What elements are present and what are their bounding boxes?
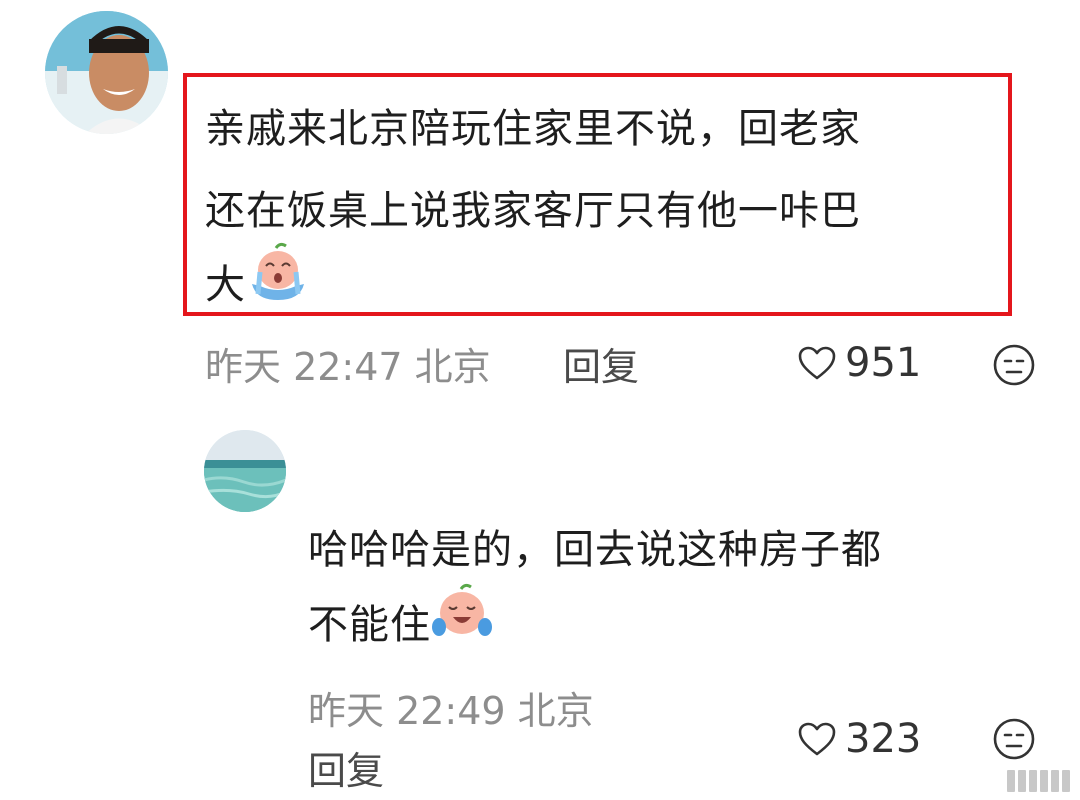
reply-button[interactable]: 回复 [563,336,639,391]
replier-avatar[interactable] [204,430,286,512]
like-count: 951 [845,340,922,386]
comment-text-line: 哈哈哈是的，回去说这种房子都 [308,527,882,573]
crying-face-emoji-icon [246,242,310,332]
comment-timestamp: 昨天 22:49 北京 [308,689,594,733]
comment-text-line: 亲戚来北京陪玩住家里不说，回老家 [205,106,861,152]
comment-timestamp: 昨天 22:47 北京 [205,345,491,389]
comment-text-line: 不能住 [308,602,431,648]
laughing-tears-emoji-icon [431,583,493,671]
like-button[interactable]: 323 [797,716,921,762]
heart-outline-icon [797,721,837,757]
like-button[interactable]: 951 [797,340,921,386]
neutral-face-icon[interactable] [992,343,1036,391]
like-count: 323 [845,716,922,762]
comment-text-line: 大 [205,262,246,308]
reply-button[interactable]: 回复 [308,740,384,795]
neutral-face-icon[interactable] [992,717,1036,765]
heart-outline-icon [797,345,837,381]
watermark-bars [1007,770,1070,792]
commenter-avatar[interactable] [45,11,168,134]
